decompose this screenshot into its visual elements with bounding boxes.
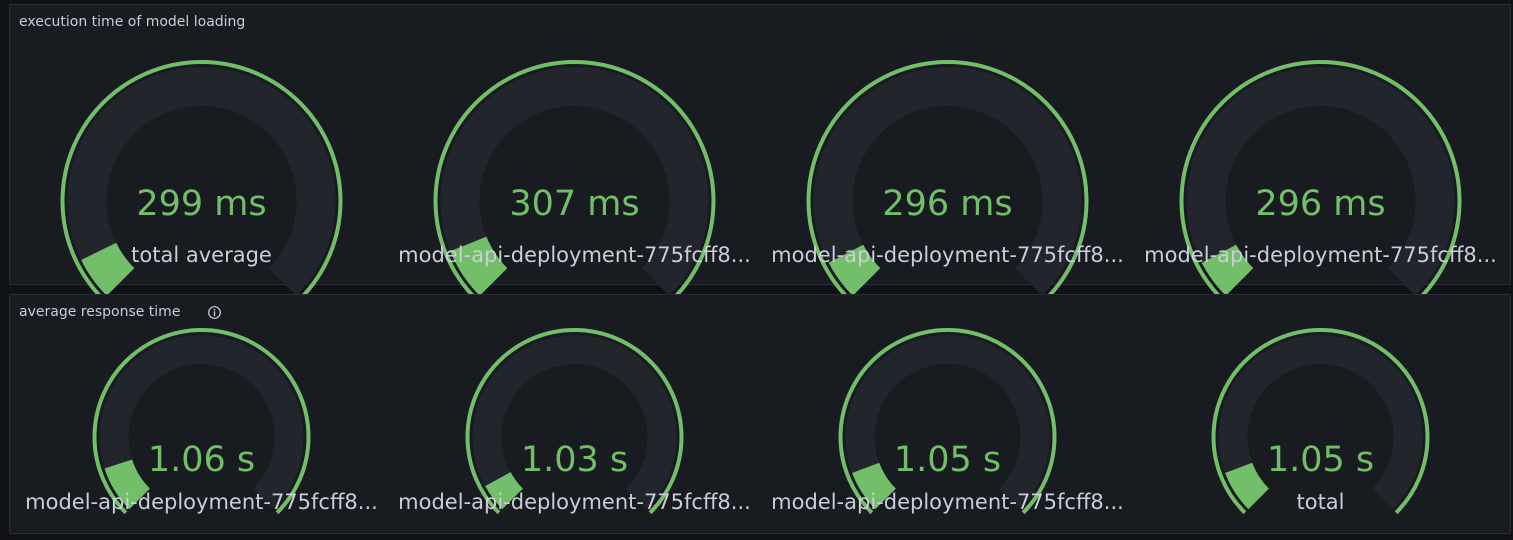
gauge-label: model-api-deployment-775fcff8... [771, 243, 1124, 267]
gauge-label: model-api-deployment-775fcff8... [1144, 243, 1497, 267]
gauge-label: model-api-deployment-775fcff8... [398, 490, 751, 514]
gauge-label: model-api-deployment-775fcff8... [771, 490, 1124, 514]
gauge-deployment[interactable]: 296 ms model-api-deployment-775fcff8... [761, 5, 1134, 301]
gauge-value: 299 ms [136, 184, 267, 224]
gauge-label: total [1296, 490, 1345, 514]
gauge-value: 1.06 s [147, 440, 256, 480]
panel-execution-time[interactable]: execution time of model loading 299 ms t… [9, 4, 1511, 301]
gauge-total[interactable]: 1.05 s total [1134, 295, 1507, 535]
gauge-deployment[interactable]: 296 ms model-api-deployment-775fcff8... [1134, 5, 1507, 301]
gauge-label: total average [131, 243, 272, 267]
gauge-value: 1.03 s [520, 440, 629, 480]
gauge-label: model-api-deployment-775fcff8... [398, 243, 751, 267]
gauge-value: 296 ms [1255, 184, 1386, 224]
gauge-deployment[interactable]: 1.03 s model-api-deployment-775fcff8... [388, 295, 761, 535]
gauge-value: 296 ms [882, 184, 1013, 224]
gauge-value: 1.05 s [893, 440, 1002, 480]
gauge-total-average[interactable]: 299 ms total average [15, 5, 388, 301]
gauge-value: 1.05 s [1266, 440, 1375, 480]
gauge-label: model-api-deployment-775fcff8... [25, 490, 378, 514]
gauge-deployment[interactable]: 1.05 s model-api-deployment-775fcff8... [761, 295, 1134, 535]
gauge-value: 307 ms [509, 184, 640, 224]
gauge-deployment[interactable]: 1.06 s model-api-deployment-775fcff8... [15, 295, 388, 535]
gauge-deployment[interactable]: 307 ms model-api-deployment-775fcff8... [388, 5, 761, 301]
panel-average-response-time[interactable]: average response time 1.06 s model-api-d… [9, 294, 1511, 534]
